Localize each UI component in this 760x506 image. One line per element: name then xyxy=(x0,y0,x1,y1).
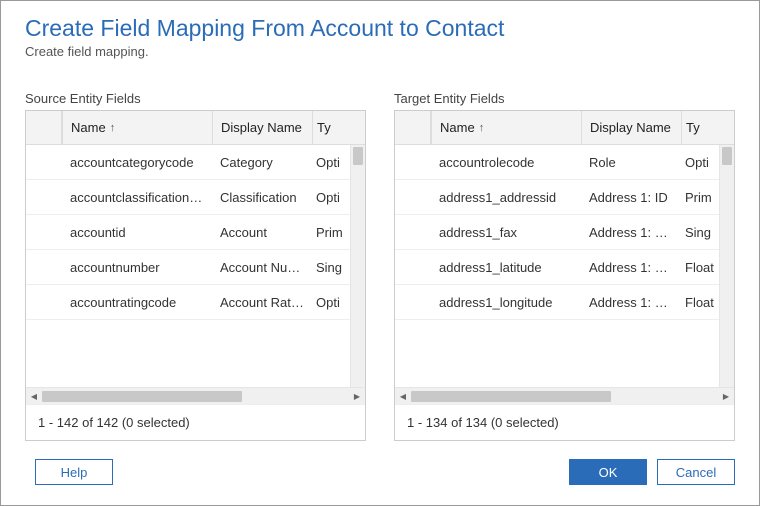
scroll-left-icon[interactable]: ◀ xyxy=(395,389,411,404)
cell-name: accountnumber xyxy=(62,260,212,275)
cell-display: Account Rating xyxy=(212,295,312,310)
scrollbar-track[interactable] xyxy=(42,389,349,404)
target-grid: Name ↑ Display Name Ty accountrolecodeRo… xyxy=(394,110,735,441)
table-row[interactable]: address1_longitudeAddress 1: Lo...Float xyxy=(395,285,719,320)
source-grid: Name ↑ Display Name Ty accountcategoryco… xyxy=(25,110,366,441)
source-status-text: 1 - 142 of 142 (0 selected) xyxy=(26,404,365,440)
cell-display: Address 1: ID xyxy=(581,190,681,205)
source-grid-body: accountcategorycodeCategoryOptiaccountcl… xyxy=(26,145,365,387)
cell-display: Account Num... xyxy=(212,260,312,275)
target-status-text: 1 - 134 of 134 (0 selected) xyxy=(395,404,734,440)
cell-name: accountclassificationc... xyxy=(62,190,212,205)
column-header-name-text: Name xyxy=(440,120,475,135)
cell-name: address1_fax xyxy=(431,225,581,240)
scrollbar-thumb[interactable] xyxy=(353,147,363,165)
cell-display: Address 1: Lo... xyxy=(581,295,681,310)
cell-name: address1_latitude xyxy=(431,260,581,275)
scrollbar-thumb[interactable] xyxy=(722,147,732,165)
table-row[interactable]: accountclassificationc...ClassificationO… xyxy=(26,180,350,215)
cell-display: Classification xyxy=(212,190,312,205)
table-row[interactable]: accountrolecodeRoleOpti xyxy=(395,145,719,180)
dialog-footer: Help OK Cancel xyxy=(1,441,759,505)
column-header-name[interactable]: Name ↑ xyxy=(431,111,581,144)
table-row[interactable]: address1_addressidAddress 1: IDPrim xyxy=(395,180,719,215)
row-selector[interactable] xyxy=(395,285,431,319)
scroll-left-icon[interactable]: ◀ xyxy=(26,389,42,404)
row-selector[interactable] xyxy=(26,250,62,284)
target-grid-header: Name ↑ Display Name Ty xyxy=(395,111,734,145)
row-selector[interactable] xyxy=(26,145,62,179)
target-panel: Target Entity Fields Name ↑ Display Name… xyxy=(394,91,735,441)
cell-name: accountid xyxy=(62,225,212,240)
scrollbar-track[interactable] xyxy=(411,389,718,404)
help-button[interactable]: Help xyxy=(35,459,113,485)
table-row[interactable]: accountratingcodeAccount RatingOpti xyxy=(26,285,350,320)
column-header-type[interactable]: Ty xyxy=(681,111,719,144)
target-grid-body: accountrolecodeRoleOptiaddress1_addressi… xyxy=(395,145,734,387)
sort-ascending-icon: ↑ xyxy=(110,122,116,134)
column-selector[interactable] xyxy=(26,111,62,144)
cell-type: Prim xyxy=(312,225,350,240)
row-selector[interactable] xyxy=(395,215,431,249)
horizontal-scrollbar[interactable]: ◀ ▶ xyxy=(26,387,365,404)
cell-name: address1_longitude xyxy=(431,295,581,310)
cell-display: Account xyxy=(212,225,312,240)
row-selector[interactable] xyxy=(395,180,431,214)
scrollbar-thumb[interactable] xyxy=(42,391,242,402)
cell-display: Category xyxy=(212,155,312,170)
source-panel: Source Entity Fields Name ↑ Display Name… xyxy=(25,91,366,441)
cell-type: Float xyxy=(681,295,719,310)
cell-type: Opti xyxy=(312,295,350,310)
table-row[interactable]: accountnumberAccount Num...Sing xyxy=(26,250,350,285)
cell-display: Role xyxy=(581,155,681,170)
table-row[interactable]: accountcategorycodeCategoryOpti xyxy=(26,145,350,180)
column-header-display[interactable]: Display Name xyxy=(212,111,312,144)
page-title: Create Field Mapping From Account to Con… xyxy=(25,15,735,42)
cell-type: Prim xyxy=(681,190,719,205)
sort-ascending-icon: ↑ xyxy=(479,122,485,134)
vertical-scrollbar[interactable] xyxy=(719,145,734,387)
row-selector[interactable] xyxy=(395,145,431,179)
cell-type: Opti xyxy=(312,155,350,170)
table-row[interactable]: address1_latitudeAddress 1: La...Float xyxy=(395,250,719,285)
cell-name: accountrolecode xyxy=(431,155,581,170)
cell-type: Sing xyxy=(681,225,719,240)
ok-button[interactable]: OK xyxy=(569,459,647,485)
content-area: Source Entity Fields Name ↑ Display Name… xyxy=(1,67,759,441)
cell-display: Address 1: La... xyxy=(581,260,681,275)
cell-name: accountratingcode xyxy=(62,295,212,310)
dialog-header: Create Field Mapping From Account to Con… xyxy=(1,1,759,67)
cell-name: address1_addressid xyxy=(431,190,581,205)
table-row[interactable]: address1_faxAddress 1: FaxSing xyxy=(395,215,719,250)
row-selector[interactable] xyxy=(26,180,62,214)
scrollbar-thumb[interactable] xyxy=(411,391,611,402)
source-grid-header: Name ↑ Display Name Ty xyxy=(26,111,365,145)
column-selector[interactable] xyxy=(395,111,431,144)
column-header-name[interactable]: Name ↑ xyxy=(62,111,212,144)
row-selector[interactable] xyxy=(26,215,62,249)
vertical-scrollbar[interactable] xyxy=(350,145,365,387)
cell-display: Address 1: Fax xyxy=(581,225,681,240)
scroll-right-icon[interactable]: ▶ xyxy=(718,389,734,404)
cell-type: Opti xyxy=(312,190,350,205)
table-row[interactable]: accountidAccountPrim xyxy=(26,215,350,250)
cell-type: Float xyxy=(681,260,719,275)
scroll-right-icon[interactable]: ▶ xyxy=(349,389,365,404)
column-header-display[interactable]: Display Name xyxy=(581,111,681,144)
row-selector[interactable] xyxy=(26,285,62,319)
cancel-button[interactable]: Cancel xyxy=(657,459,735,485)
source-panel-label: Source Entity Fields xyxy=(25,91,366,106)
column-header-name-text: Name xyxy=(71,120,106,135)
cell-type: Opti xyxy=(681,155,719,170)
cell-name: accountcategorycode xyxy=(62,155,212,170)
column-header-type[interactable]: Ty xyxy=(312,111,350,144)
target-panel-label: Target Entity Fields xyxy=(394,91,735,106)
row-selector[interactable] xyxy=(395,250,431,284)
cell-type: Sing xyxy=(312,260,350,275)
page-subtitle: Create field mapping. xyxy=(25,44,735,59)
dialog-window: Create Field Mapping From Account to Con… xyxy=(0,0,760,506)
horizontal-scrollbar[interactable]: ◀ ▶ xyxy=(395,387,734,404)
